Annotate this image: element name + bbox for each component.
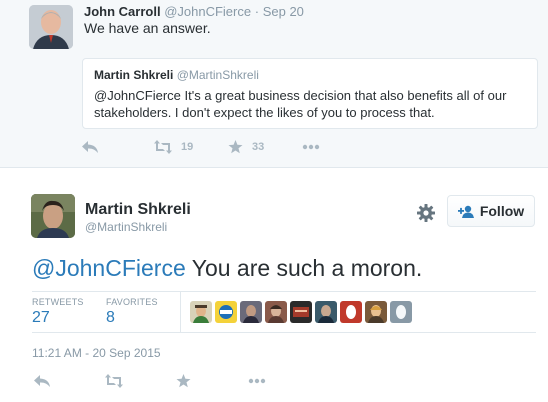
favoriter-avatar[interactable] [215, 301, 237, 323]
reply-icon [82, 141, 98, 153]
favorite-button[interactable]: 33 [228, 140, 302, 154]
follow-label: Follow [479, 203, 525, 219]
quoted-tweet[interactable]: Martin Shkreli @MartinShkreli @JohnCFier… [82, 58, 538, 129]
follow-user-icon [457, 205, 474, 218]
retweet-button[interactable]: 19 [154, 140, 228, 154]
favoriter-avatar[interactable] [240, 301, 262, 323]
parent-tweet-actions: 19 33 [82, 140, 320, 154]
author-handle[interactable]: @MartinShkreli [85, 220, 167, 234]
favorite-count: 33 [252, 141, 265, 153]
favoriter-avatar[interactable] [190, 301, 212, 323]
author-handle[interactable]: @JohnCFierce [164, 4, 251, 19]
quoted-tweet-text: @JohnCFierce It's a great business decis… [94, 88, 507, 120]
quoted-author-handle: @MartinShkreli [176, 68, 259, 82]
favoriter-avatar[interactable] [340, 301, 362, 323]
tweet-body: You are such a moron. [185, 255, 423, 281]
more-icon [248, 378, 266, 384]
retweet-count: 19 [181, 141, 194, 153]
favoriter-avatar[interactable] [290, 301, 312, 323]
follow-button[interactable]: Follow [447, 195, 535, 227]
star-icon [228, 140, 243, 154]
tweet-date[interactable]: Sep 20 [263, 4, 304, 19]
star-icon [176, 374, 191, 388]
retweet-icon [105, 374, 123, 388]
retweets-label: RETWEETS [32, 297, 84, 307]
author-name[interactable]: John Carroll [84, 4, 161, 19]
tweet-timestamp[interactable]: 11:21 AM - 20 Sep 2015 [32, 346, 161, 360]
more-icon [302, 144, 320, 150]
retweets-value: 27 [32, 309, 50, 326]
stats-divider [180, 292, 181, 332]
tweet-stats: RETWEETS 27 FAVORITES 8 [32, 291, 536, 333]
favoriter-avatar[interactable] [390, 301, 412, 323]
quoted-tweet-header: Martin Shkreli @MartinShkreli [94, 68, 259, 82]
avatar[interactable] [29, 5, 73, 49]
gear-icon [417, 204, 435, 222]
reply-button[interactable] [34, 374, 105, 388]
favorites-label: FAVORITES [106, 297, 158, 307]
avatar[interactable] [31, 194, 75, 238]
parent-tweet-header: John Carroll @JohnCFierce · Sep 20 [84, 4, 304, 19]
reply-icon [34, 375, 50, 387]
retweet-icon [154, 140, 172, 154]
author-name[interactable]: Martin Shkreli [85, 201, 191, 219]
favoriters-avatars [190, 301, 412, 323]
tweet-text: @JohnCFierce You are such a moron. [32, 254, 422, 282]
separator-dot: · [254, 4, 260, 19]
favoriter-avatar[interactable] [365, 301, 387, 323]
reply-button[interactable] [82, 140, 154, 154]
retweet-button[interactable] [105, 374, 176, 388]
tweet-text: We have an answer. [84, 20, 211, 36]
main-tweet-actions [34, 374, 266, 388]
favorites-stat[interactable]: FAVORITES 8 [106, 297, 158, 327]
more-button[interactable] [248, 378, 266, 384]
mention-link[interactable]: @JohnCFierce [32, 255, 186, 281]
retweets-stat[interactable]: RETWEETS 27 [32, 297, 84, 327]
more-button[interactable] [302, 144, 320, 150]
favoriter-avatar[interactable] [265, 301, 287, 323]
favorite-button[interactable] [176, 374, 248, 388]
favorites-value: 8 [106, 309, 115, 326]
parent-tweet[interactable]: John Carroll @JohnCFierce · Sep 20 We ha… [0, 0, 548, 168]
quoted-author-name: Martin Shkreli [94, 68, 174, 82]
martin-shkreli-avatar-image [31, 194, 75, 238]
user-actions-button[interactable] [416, 203, 436, 223]
favoriter-avatar[interactable] [315, 301, 337, 323]
john-carroll-avatar-image [29, 5, 73, 49]
